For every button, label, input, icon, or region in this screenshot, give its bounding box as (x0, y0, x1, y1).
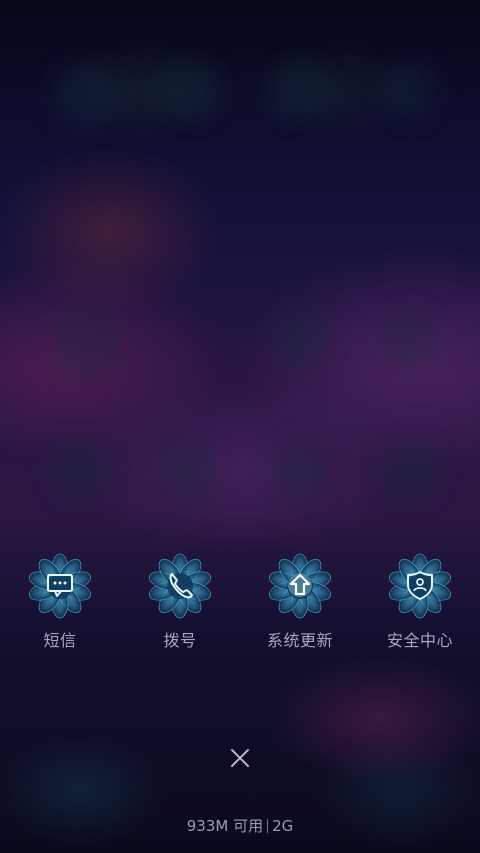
divider (267, 819, 269, 833)
blur-shape (50, 60, 120, 130)
shortcut-system-update[interactable]: 系统更新 (240, 553, 360, 663)
shortcut-dialer[interactable]: 拨号 (120, 553, 240, 663)
shortcut-label: 拨号 (163, 631, 197, 650)
blur-shape (160, 60, 220, 120)
shield-icon (407, 571, 433, 600)
blur-shape (380, 440, 440, 500)
flower-badge (387, 553, 453, 619)
flower-badge (267, 553, 333, 619)
blur-shape (50, 310, 120, 380)
blur-shape (380, 310, 440, 370)
flower-badge (147, 553, 213, 619)
blur-shape (270, 440, 330, 500)
shortcut-security-center[interactable]: 安全中心 (360, 553, 480, 663)
shortcut-label: 短信 (43, 631, 77, 650)
shortcut-messages[interactable]: 短信 (0, 553, 120, 663)
blur-shape (160, 440, 220, 500)
blur-shape (270, 60, 330, 120)
close-button[interactable] (225, 743, 255, 773)
message-icon (47, 574, 73, 597)
blur-shape (270, 310, 330, 370)
flower-badge (27, 553, 93, 619)
network-type: 2G (272, 817, 294, 835)
memory-available: 933M 可用 (186, 817, 264, 835)
shortcut-label: 系统更新 (266, 631, 333, 650)
close-icon (231, 749, 249, 767)
memory-status: 933M 可用 2G (0, 815, 480, 836)
shortcut-label: 安全中心 (386, 631, 453, 650)
blurred-wallpaper (0, 0, 480, 853)
blur-shape (380, 60, 440, 120)
blur-shape (50, 440, 110, 500)
upload-arrow-icon (288, 573, 312, 597)
phone-icon (169, 573, 193, 599)
